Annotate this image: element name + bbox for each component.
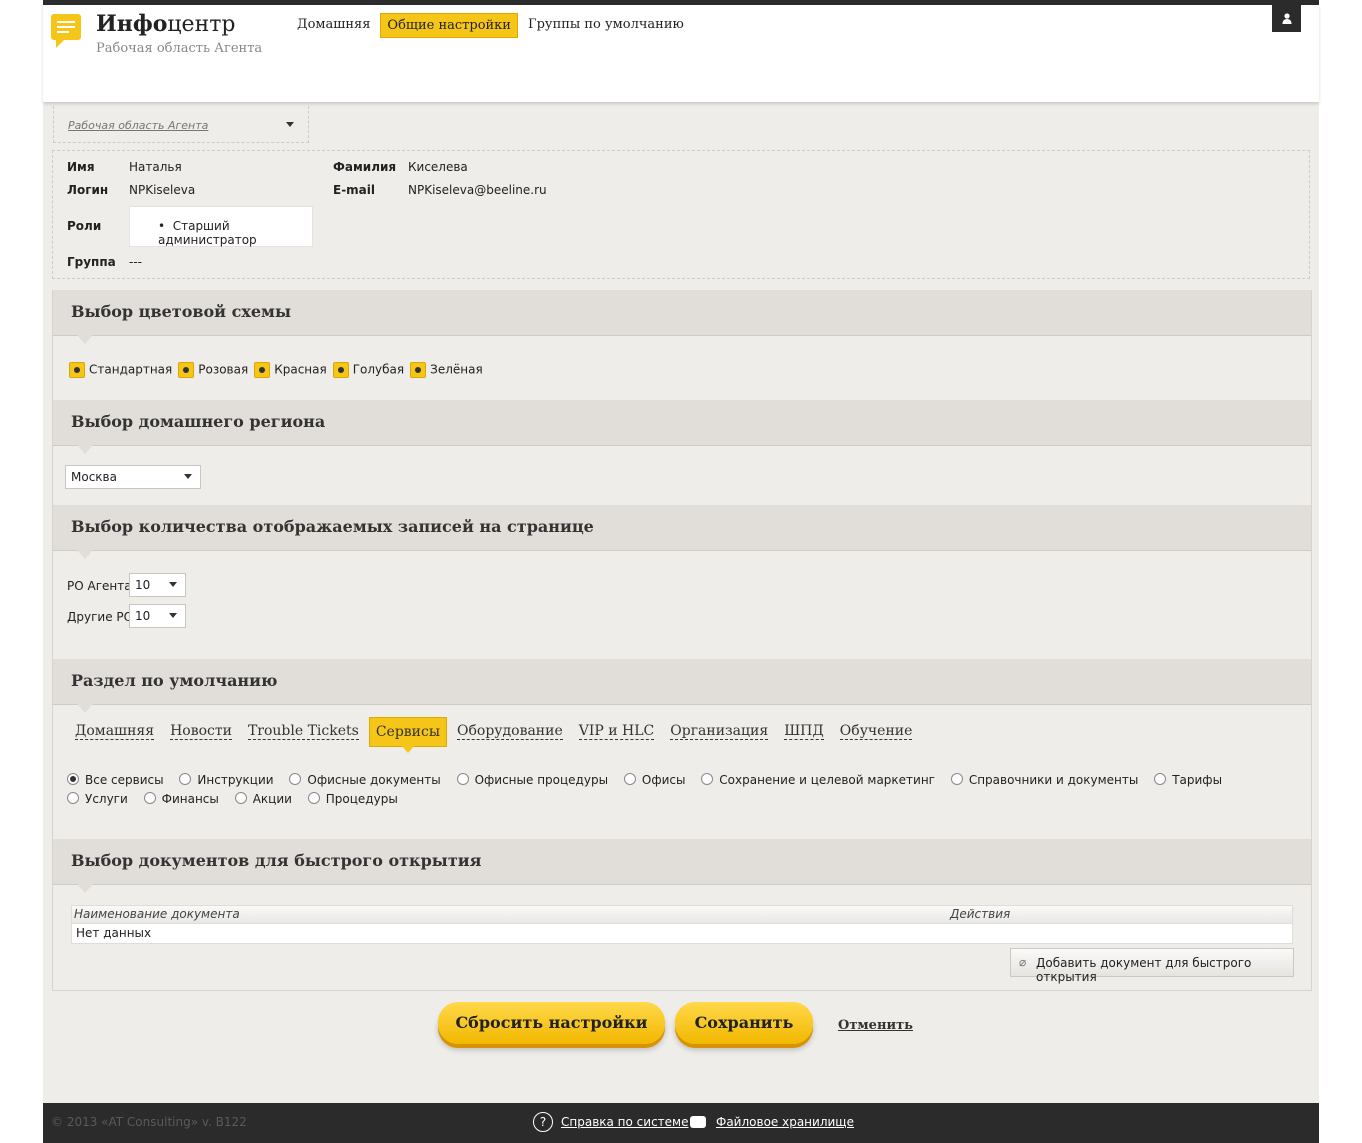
- quick-docs-header: Выбор документов для быстрого открытия: [53, 839, 1311, 893]
- agent-records-label: РО Агента: [67, 579, 132, 593]
- service-option-all[interactable]: Все сервисы: [67, 771, 164, 790]
- agent-records-value: 10: [135, 578, 151, 592]
- color-option-pink[interactable]: Розовая: [178, 362, 248, 378]
- quick-docs-panel: Выбор документов для быстрого открытия Н…: [52, 839, 1312, 991]
- service-option-finance[interactable]: Финансы: [143, 790, 219, 809]
- tab-organization[interactable]: Организация: [664, 717, 774, 747]
- help-icon: ?: [533, 1112, 553, 1132]
- nav-general-settings[interactable]: Общие настройки: [380, 13, 518, 38]
- chevron-down-icon: [169, 582, 177, 587]
- chat-logo-icon: [51, 14, 81, 48]
- chevron-down-icon: [184, 474, 192, 479]
- color-scheme-header: Выбор цветовой схемы: [53, 290, 1311, 344]
- tab-vip-hlc[interactable]: VIP и HLC: [573, 717, 661, 747]
- app-subtitle: Рабочая область Агента: [96, 41, 263, 56]
- reset-settings-button[interactable]: Сбросить настройки: [438, 1002, 665, 1044]
- color-scheme-options: Стандартная Розовая Красная Голубая Зелё…: [69, 362, 483, 378]
- tab-equipment[interactable]: Оборудование: [451, 717, 569, 747]
- color-option-red[interactable]: Красная: [254, 362, 327, 378]
- other-records-value: 10: [135, 609, 151, 623]
- group-label: Группа: [67, 255, 116, 269]
- name-label: Имя: [67, 160, 95, 174]
- app-header: Инфоцентр Рабочая область Агента Домашня…: [43, 5, 1319, 102]
- table-header: Наименование документа Действия: [72, 906, 1292, 924]
- section-tabs: Домашняя Новости Trouble Tickets Сервисы…: [69, 717, 919, 753]
- chevron-down-icon: [286, 122, 294, 127]
- empty-table-message: Нет данных: [76, 926, 152, 940]
- service-option-offices[interactable]: Офисы: [623, 771, 685, 790]
- user-menu-button[interactable]: [1272, 5, 1301, 32]
- group-value: ---: [129, 255, 142, 269]
- tab-news[interactable]: Новости: [164, 717, 238, 747]
- agent-records-select[interactable]: 10: [129, 573, 186, 597]
- cancel-link[interactable]: Отменить: [838, 1018, 913, 1033]
- chevron-down-icon: [169, 613, 177, 618]
- email-value: NPKiseleva@beeline.ru: [408, 183, 547, 197]
- tab-services[interactable]: Сервисы: [368, 717, 447, 753]
- region-title: Выбор домашнего региона: [71, 412, 326, 431]
- color-scheme-title: Выбор цветовой схемы: [71, 302, 291, 321]
- default-section-header: Раздел по умолчанию: [53, 659, 1311, 713]
- records-panel: Выбор количества отображаемых записей на…: [52, 505, 1312, 660]
- table-row: Нет данных: [72, 924, 1292, 943]
- roles-list: • Старший администратор: [129, 206, 313, 247]
- records-header: Выбор количества отображаемых записей на…: [53, 505, 1311, 559]
- surname-value: Киселева: [408, 160, 468, 174]
- nav-default-groups[interactable]: Группы по умолчанию: [522, 13, 690, 38]
- color-option-green[interactable]: Зелёная: [410, 362, 483, 378]
- region-panel: Выбор домашнего региона Москва: [52, 400, 1312, 505]
- app-brand[interactable]: Инфоцентр: [96, 11, 236, 37]
- column-doc-name[interactable]: Наименование документа: [74, 907, 240, 921]
- login-value: NPKiseleva: [129, 183, 196, 197]
- roles-label: Роли: [67, 219, 102, 233]
- color-scheme-panel: Выбор цветовой схемы Стандартная Розовая…: [52, 290, 1312, 400]
- workspace-dropdown-value: Рабочая область Агента: [68, 119, 209, 132]
- save-button[interactable]: Сохранить: [675, 1002, 813, 1044]
- role-item: • Старший администратор: [158, 219, 257, 247]
- region-select-value: Москва: [71, 470, 117, 484]
- tab-training[interactable]: Обучение: [834, 717, 919, 747]
- help-link[interactable]: Справка по системе: [561, 1115, 689, 1129]
- region-header: Выбор домашнего региона: [53, 400, 1311, 454]
- other-records-label: Другие РО: [67, 610, 134, 624]
- name-value: Наталья: [129, 160, 182, 174]
- service-option-tariffs[interactable]: Тарифы: [1154, 771, 1222, 790]
- other-records-select[interactable]: 10: [129, 604, 186, 628]
- top-nav: Домашняя Общие настройки Группы по умолч…: [291, 13, 690, 38]
- login-label: Логин: [67, 183, 109, 197]
- service-option-office-docs[interactable]: Офисные документы: [289, 771, 441, 790]
- column-actions: Действия: [950, 907, 1011, 921]
- user-info-block: Имя Наталья Фамилия Киселева Логин NPKis…: [52, 150, 1310, 279]
- service-radio-group: Все сервисы Инструкции Офисные документы…: [67, 771, 1297, 809]
- tab-broadband[interactable]: ШПД: [778, 717, 830, 747]
- service-option-promotions[interactable]: Акции: [234, 790, 292, 809]
- tab-trouble-tickets[interactable]: Trouble Tickets: [242, 717, 365, 747]
- service-option-procedures[interactable]: Процедуры: [307, 790, 398, 809]
- region-select[interactable]: Москва: [65, 465, 201, 489]
- color-option-standard[interactable]: Стандартная: [69, 362, 172, 378]
- color-option-blue[interactable]: Голубая: [332, 362, 404, 378]
- copyright-text: © 2013 «AT Consulting» v. B122: [51, 1115, 247, 1129]
- paperclip-icon: ⌀: [1019, 955, 1027, 969]
- service-option-office-procedures[interactable]: Офисные процедуры: [456, 771, 608, 790]
- records-title: Выбор количества отображаемых записей на…: [71, 517, 594, 536]
- file-storage-link[interactable]: Файловое хранилище: [716, 1115, 854, 1129]
- tab-home[interactable]: Домашняя: [69, 717, 160, 747]
- default-section-panel: Раздел по умолчанию Домашняя Новости Tro…: [52, 659, 1312, 839]
- user-icon: [1282, 13, 1291, 24]
- email-label: E-mail: [333, 183, 376, 197]
- service-option-retention-marketing[interactable]: Сохранение и целевой маркетинг: [701, 771, 935, 790]
- default-section-title: Раздел по умолчанию: [71, 671, 278, 690]
- storage-icon: [690, 1116, 706, 1128]
- add-quick-doc-button[interactable]: ⌀ Добавить документ для быстрого открыти…: [1010, 948, 1294, 984]
- quick-docs-table: Наименование документа Действия Нет данн…: [71, 905, 1293, 944]
- quick-docs-title: Выбор документов для быстрого открытия: [71, 851, 482, 870]
- service-option-services[interactable]: Услуги: [67, 790, 128, 809]
- nav-home[interactable]: Домашняя: [291, 13, 376, 38]
- service-option-references[interactable]: Справочники и документы: [950, 771, 1138, 790]
- surname-label: Фамилия: [333, 160, 397, 174]
- workspace-dropdown[interactable]: Рабочая область Агента: [53, 106, 309, 143]
- footer: © 2013 «AT Consulting» v. B122 ? Справка…: [43, 1103, 1319, 1143]
- service-option-instructions[interactable]: Инструкции: [179, 771, 274, 790]
